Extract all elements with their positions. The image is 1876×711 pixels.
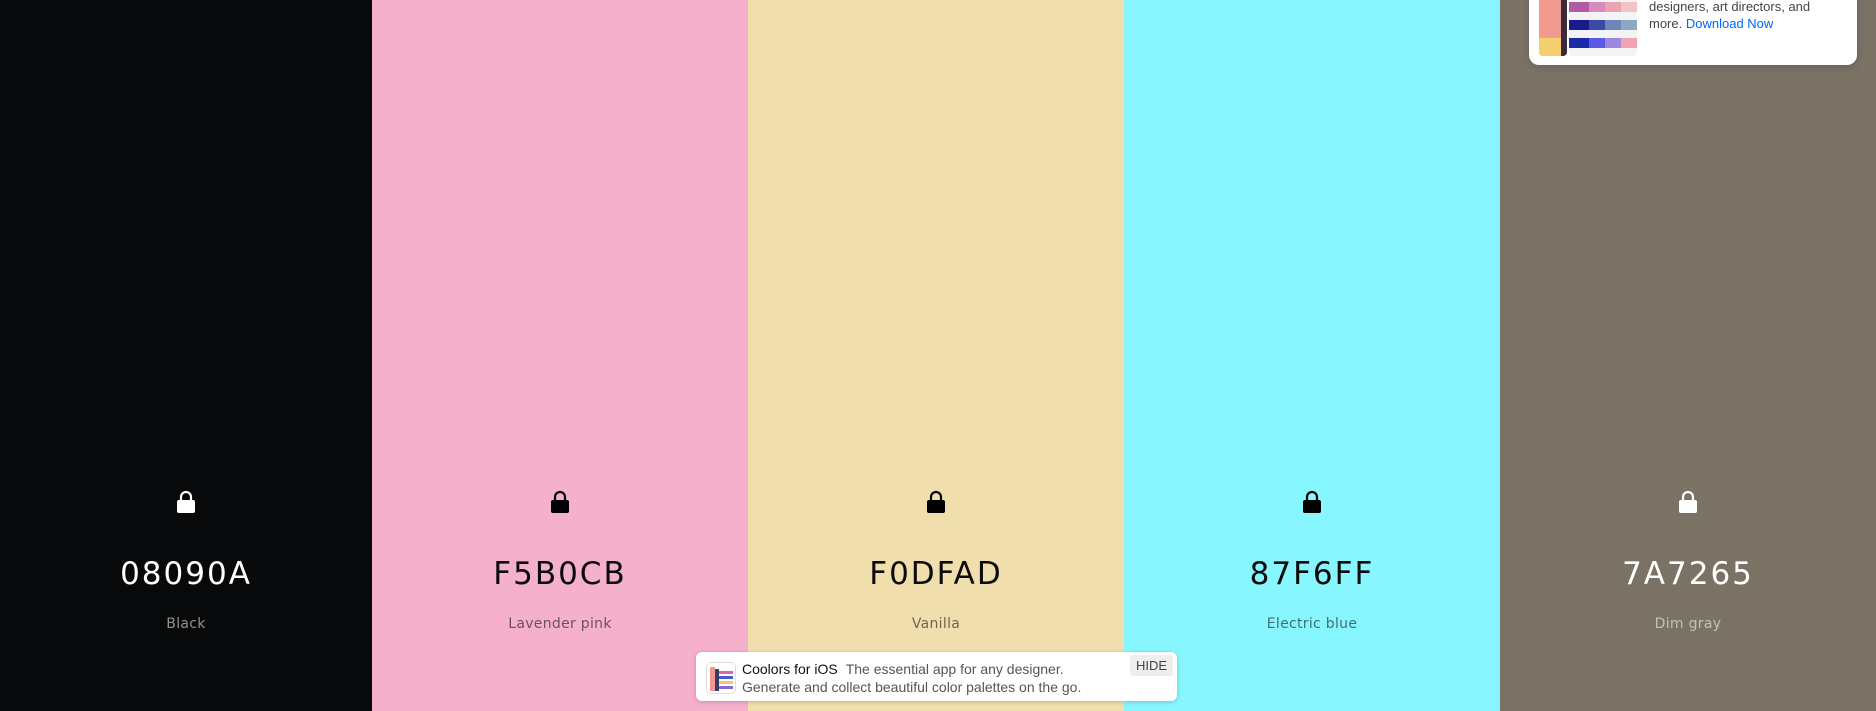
color-name[interactable]: Electric blue xyxy=(1124,616,1500,632)
palette: 08090A Black F5B0CB Lavender pink F0DFAD… xyxy=(0,0,1876,711)
color-swatch-dim-gray[interactable]: 7A7265 Dim gray xyxy=(1500,0,1876,711)
color-swatch-lavender-pink[interactable]: F5B0CB Lavender pink xyxy=(372,0,748,711)
color-hex[interactable]: F5B0CB xyxy=(372,556,748,592)
lock-icon[interactable] xyxy=(550,490,570,514)
ad-text-line1: designers, art directors, and xyxy=(1649,0,1811,14)
color-hex[interactable]: 87F6FF xyxy=(1124,556,1500,592)
ad-text: designers, art directors, and more. Down… xyxy=(1649,0,1849,32)
color-name[interactable]: Vanilla xyxy=(748,616,1124,632)
color-name[interactable]: Lavender pink xyxy=(372,616,748,632)
banner-title-line: Coolors for iOS The essential app for any… xyxy=(742,661,1064,677)
color-name[interactable]: Black xyxy=(0,616,372,632)
color-hex[interactable]: F0DFAD xyxy=(748,556,1124,592)
hide-button[interactable]: HIDE xyxy=(1129,655,1173,676)
banner-title: Coolors for iOS xyxy=(742,661,838,677)
color-swatch-black[interactable]: 08090A Black xyxy=(0,0,372,711)
download-now-link[interactable]: Download Now xyxy=(1686,16,1773,31)
ad-text-line2: more. xyxy=(1649,16,1683,31)
color-swatch-electric-blue[interactable]: 87F6FF Electric blue xyxy=(1124,0,1500,711)
color-name[interactable]: Dim gray xyxy=(1500,616,1876,632)
lock-icon[interactable] xyxy=(1678,490,1698,514)
lock-icon[interactable] xyxy=(1302,490,1322,514)
banner-tagline: The essential app for any designer. xyxy=(845,661,1064,677)
app-icon xyxy=(706,662,736,694)
banner-subtitle: Generate and collect beautiful color pal… xyxy=(742,679,1082,695)
ad-card[interactable]: designers, art directors, and more. Down… xyxy=(1529,0,1857,65)
color-hex[interactable]: 7A7265 xyxy=(1500,556,1876,592)
lock-icon[interactable] xyxy=(926,490,946,514)
ad-palette-preview xyxy=(1569,0,1637,56)
ad-thumbnail xyxy=(1539,0,1567,56)
ios-app-banner[interactable]: Coolors for iOS The essential app for any… xyxy=(696,652,1177,701)
lock-icon[interactable] xyxy=(176,490,196,514)
color-hex[interactable]: 08090A xyxy=(0,556,372,592)
color-swatch-vanilla[interactable]: F0DFAD Vanilla xyxy=(748,0,1124,711)
